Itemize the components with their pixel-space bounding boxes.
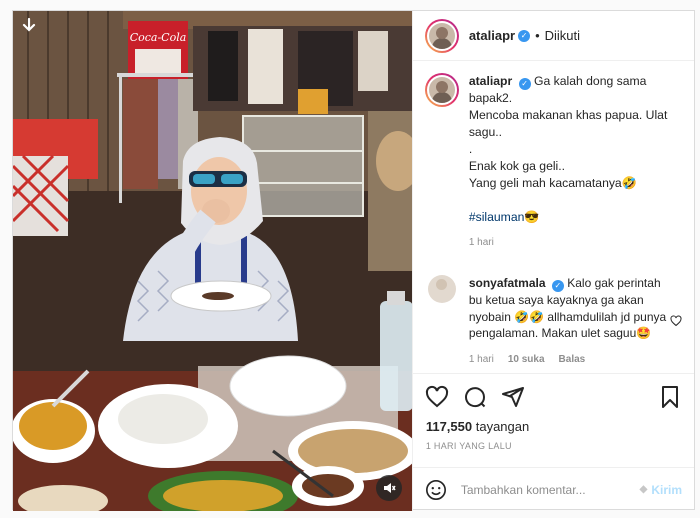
commenter-avatar[interactable]	[427, 275, 456, 303]
share-paper-plane-icon[interactable]	[501, 385, 525, 409]
post-header: ataliapr ✓ • Diikuti	[412, 11, 694, 61]
comment-meta: 1 hari 10 suka Balas	[469, 352, 674, 369]
comment-time[interactable]: 1 hari	[469, 352, 494, 369]
caption-time[interactable]: 1 hari	[469, 234, 677, 251]
post-side-panel: ataliapr ✓ • Diikuti ataliapr ✓ Ga kalah…	[411, 11, 694, 511]
post-comment-button[interactable]: ◆ Kirim	[640, 483, 682, 497]
download-icon[interactable]	[19, 15, 39, 35]
author-username[interactable]: ataliapr	[469, 28, 515, 43]
caption-hashtag-line: #silauman😎	[469, 209, 677, 226]
instagram-post-dialog: Coca-Cola ataliapr ✓ • Diikuti ataliapr …	[12, 10, 695, 511]
author-avatar[interactable]	[424, 18, 459, 53]
comments-list[interactable]: ataliapr ✓ Ga kalah dong sama bapak2. Me…	[413, 61, 694, 373]
comment-item: sonyafatmala ✓ Kalo gak perintah bu ketu…	[425, 275, 682, 368]
caption-line-3: sagu..	[468, 125, 503, 139]
caption-avatar[interactable]	[424, 73, 459, 107]
comment-bubble-icon[interactable]	[463, 385, 487, 409]
comment-likes[interactable]: 10 suka	[508, 352, 545, 369]
caption-username[interactable]: ataliapr	[469, 74, 512, 88]
hashtag-emoji: 😎	[524, 210, 540, 224]
commenter-username[interactable]: sonyafatmala	[469, 276, 546, 290]
caption-line-7	[469, 192, 677, 209]
speaker-muted-icon	[383, 483, 396, 493]
post-video[interactable]: Coca-Cola	[13, 11, 412, 511]
reply-button[interactable]: Balas	[559, 352, 586, 369]
caption-line-1: ataliapr ✓ Ga kalah dong sama bapak2.	[468, 74, 650, 105]
mute-audio-button[interactable]	[375, 475, 402, 501]
coca-cola-sign: Coca-Cola	[130, 31, 187, 44]
emoji-smiley-icon[interactable]	[425, 479, 447, 501]
caption-line-2: Mencoba makanan khas papua. Ulat	[468, 108, 668, 122]
expand-arrows-icon: ◆	[639, 484, 648, 495]
verified-badge-icon: ✓	[551, 280, 564, 292]
video-frame: Coca-Cola	[13, 11, 412, 511]
post-date[interactable]: 1 HARI YANG LALU	[413, 441, 694, 467]
follow-status-button[interactable]: Diikuti	[545, 28, 580, 43]
verified-badge-icon: ✓	[518, 78, 531, 90]
comment-like-heart-icon[interactable]	[670, 315, 682, 327]
action-bar	[412, 373, 694, 419]
caption-line-5: Enak kok ga geli..	[468, 159, 566, 173]
view-count[interactable]: 117,550 tayangan	[413, 419, 694, 437]
separator-dot: •	[535, 28, 540, 43]
comment-input[interactable]	[460, 482, 640, 497]
add-comment-bar: ◆ Kirim	[412, 467, 694, 511]
like-heart-icon[interactable]	[425, 385, 449, 409]
caption-line-6: Yang geli mah kacamatanya🤣	[468, 176, 637, 190]
verified-badge-icon: ✓	[518, 29, 531, 42]
save-bookmark-icon[interactable]	[658, 385, 682, 409]
hashtag-link[interactable]: #silauman	[469, 210, 525, 224]
post-caption: ataliapr ✓ Ga kalah dong sama bapak2. Me…	[424, 73, 682, 251]
caption-line-4: .	[468, 142, 473, 156]
